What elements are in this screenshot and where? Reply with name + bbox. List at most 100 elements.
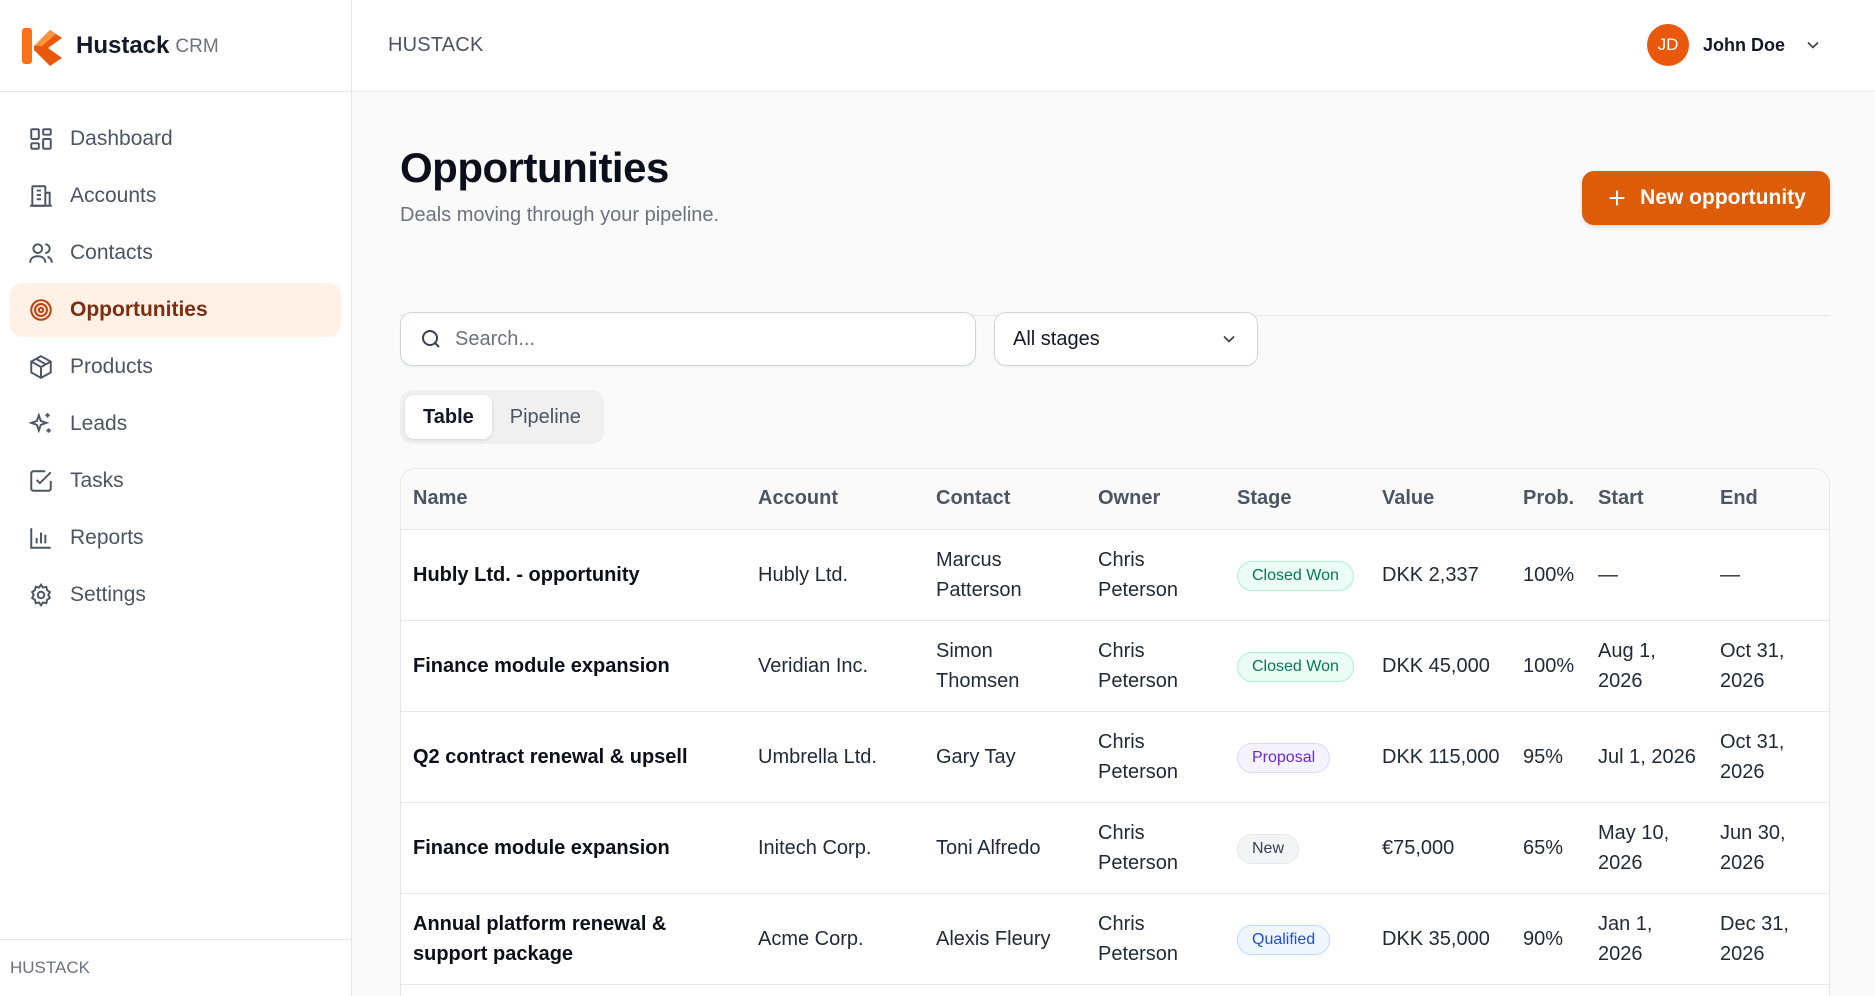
start-cell: May 10, 2026 (1586, 802, 1708, 894)
value-cell: DKK 115,000 (1370, 711, 1511, 803)
owner-cell: Chris Peterson (1086, 711, 1225, 803)
main-content: Opportunities Deals moving through your … (352, 92, 1875, 996)
stage-cell: Closed Won (1225, 620, 1370, 712)
search-icon (422, 330, 440, 348)
status-badge: Closed Won (1237, 651, 1354, 682)
brand-suffix: CRM (175, 36, 219, 57)
column-header[interactable]: Value (1370, 469, 1511, 530)
column-header[interactable]: Name (401, 469, 746, 530)
topbar-title: HUSTACK (388, 34, 484, 56)
sidebar-item-label: Leads (70, 412, 128, 435)
view-toggle: Table Pipeline (400, 390, 604, 444)
dashboard-icon (30, 128, 52, 150)
status-badge: New (1237, 833, 1300, 864)
sidebar-item-reports[interactable]: Reports (10, 511, 341, 565)
tab-pipeline[interactable]: Pipeline (492, 395, 599, 439)
page-header: Opportunities Deals moving through your … (400, 144, 1830, 316)
stage-cell: Qualified (1225, 893, 1370, 985)
probability-cell: 100% (1511, 529, 1586, 621)
probability-cell: 95% (1511, 711, 1586, 803)
column-header[interactable]: End (1708, 469, 1829, 530)
topbar: HUSTACK JD John Doe (352, 0, 1875, 92)
sidebar-nav: Dashboard Accounts Contacts Opportunitie… (0, 92, 351, 645)
owner-cell: Chris Peterson (1086, 802, 1225, 894)
opportunity-name[interactable]: Finance module expansion (401, 620, 746, 712)
sidebar-item-label: Dashboard (70, 127, 173, 150)
end-cell: Jun 30, 2026 (1708, 802, 1829, 894)
account-cell: Acme Corp. (746, 893, 924, 985)
users-icon (29, 243, 53, 263)
column-header[interactable]: Owner (1086, 469, 1225, 530)
account-cell: Veridian Inc. (746, 620, 924, 712)
table-row[interactable]: Q2 contract renewal & upsell Umbrella Lt… (401, 711, 1829, 803)
chevron-down-icon (1223, 335, 1235, 343)
value-cell: DKK 45,000 (1370, 620, 1511, 712)
column-header[interactable]: Account (746, 469, 924, 530)
end-cell: Dec 31, 2026 (1708, 893, 1829, 985)
hustack-logo-icon (22, 27, 62, 66)
probability-cell: 90% (1511, 893, 1586, 985)
value-cell: DKK 35,000 (1370, 893, 1511, 985)
account-cell: Initech Corp. (746, 802, 924, 894)
contact-cell: Alexis Fleury (924, 893, 1086, 985)
table-row[interactable]: Hubly Ltd. - opportunity Hubly Ltd. Marc… (401, 529, 1829, 621)
opportunity-name[interactable]: Annual platform renewal & support packag… (401, 893, 746, 985)
owner-cell: Chris Peterson (1086, 620, 1225, 712)
chevron-down-icon (1807, 41, 1819, 49)
sidebar-item-products[interactable]: Products (10, 340, 341, 394)
status-badge: Qualified (1237, 924, 1331, 955)
user-name: John Doe (1702, 34, 1785, 55)
column-header[interactable]: Stage (1225, 469, 1370, 530)
sparkles-icon (28, 412, 51, 434)
brand[interactable]: Hustack CRM (0, 0, 351, 92)
start-cell: — (1586, 529, 1708, 621)
table-row[interactable]: Annual platform renewal & support packag… (401, 893, 1829, 985)
owner-cell: Chris Peterson (1086, 529, 1225, 621)
sidebar-item-accounts[interactable]: Accounts (10, 169, 341, 223)
value-cell: €75,000 (1370, 802, 1511, 894)
stage-cell: New (1225, 802, 1370, 894)
end-cell: — (1708, 529, 1829, 621)
sidebar-item-label: Reports (70, 526, 144, 549)
opportunity-name[interactable]: Q2 contract renewal & upsell (401, 711, 746, 803)
status-badge: Closed Won (1237, 560, 1354, 591)
building-icon (30, 185, 52, 207)
sidebar-item-settings[interactable]: Settings (10, 568, 341, 622)
end-cell: Oct 31, 2026 (1708, 711, 1829, 803)
stage-cell: Proposal (1225, 711, 1370, 803)
table-row[interactable]: Finance module expansion Initech Corp. T… (401, 802, 1829, 894)
sidebar-footer: HUSTACK (0, 939, 351, 996)
sidebar: Hustack CRM Dashboard Accounts Contacts … (0, 0, 352, 996)
stage-filter-select[interactable]: All stages (994, 312, 1258, 366)
contact-cell: Simon Thomsen (924, 620, 1086, 712)
contact-cell: Toni Alfredo (924, 802, 1086, 894)
search-box (400, 312, 976, 366)
box-icon (30, 355, 52, 379)
sidebar-item-contacts[interactable]: Contacts (10, 226, 341, 280)
tab-table[interactable]: Table (405, 395, 492, 439)
sidebar-item-dashboard[interactable]: Dashboard (10, 112, 341, 166)
column-header[interactable]: Prob. (1511, 469, 1586, 530)
contact-cell: Marcus Patterson (924, 529, 1086, 621)
sidebar-item-label: Contacts (70, 241, 153, 264)
table-row[interactable]: Finance module expansion Veridian Inc. S… (401, 620, 1829, 712)
stage-cell: Closed Won (1225, 529, 1370, 621)
stage-filter-value: All stages (1013, 327, 1100, 350)
owner-cell: Chris Peterson (1086, 893, 1225, 985)
gear-icon (30, 582, 52, 608)
start-cell: Jul 1, 2026 (1586, 711, 1708, 803)
new-opportunity-button[interactable]: New opportunity (1582, 171, 1830, 225)
sidebar-item-label: Accounts (70, 184, 157, 207)
opportunity-name[interactable]: Finance module expansion (401, 802, 746, 894)
user-menu[interactable]: JD John Doe (1646, 24, 1823, 66)
sidebar-item-leads[interactable]: Leads (10, 397, 341, 451)
target-icon (30, 299, 52, 321)
search-input[interactable] (455, 327, 955, 351)
end-cell: Oct 31, 2026 (1708, 620, 1829, 712)
opportunity-name[interactable]: Hubly Ltd. - opportunity (401, 529, 746, 621)
sidebar-item-tasks[interactable]: Tasks (10, 454, 341, 508)
column-header[interactable]: Start (1586, 469, 1708, 530)
column-header[interactable]: Contact (924, 469, 1086, 530)
sidebar-item-opportunities[interactable]: Opportunities (10, 283, 341, 337)
checkbox-icon (30, 470, 52, 492)
